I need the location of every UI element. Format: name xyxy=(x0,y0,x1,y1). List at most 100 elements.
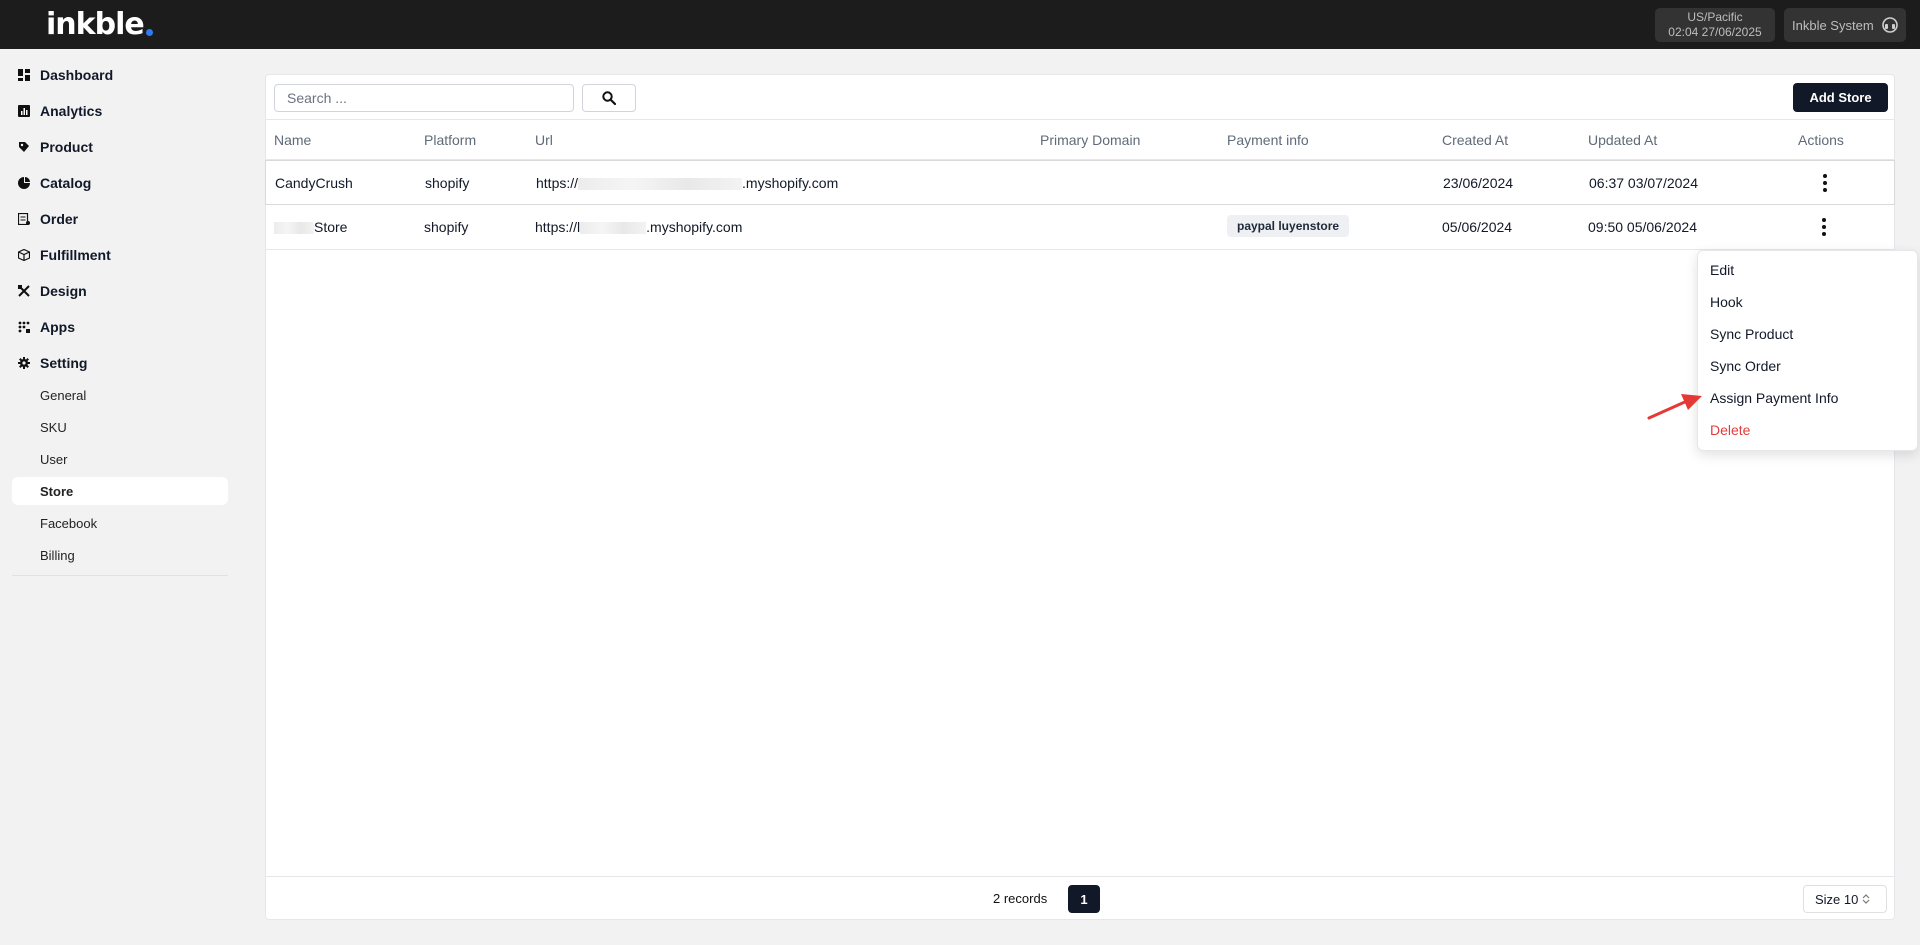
store-name: Store xyxy=(274,219,347,235)
apps-icon xyxy=(18,321,30,333)
sidebar-item-label: Product xyxy=(40,139,93,155)
store-created-at: 05/06/2024 xyxy=(1442,219,1513,235)
sidebar-subitem-label: General xyxy=(40,387,87,403)
sidebar-divider xyxy=(12,575,228,576)
sidebar-subitem-billing[interactable]: Billing xyxy=(12,541,228,569)
url-prefix: https:// xyxy=(536,175,579,191)
sidebar-item-label: Setting xyxy=(40,355,88,371)
sidebar-item-catalog[interactable]: Catalog xyxy=(12,168,228,198)
user-menu-button[interactable]: Inkble System xyxy=(1784,8,1906,42)
column-header-primary-domain[interactable]: Primary Domain xyxy=(1040,132,1140,148)
analytics-icon xyxy=(18,105,30,117)
store-list-panel: Add Store Name Platform Url Primary Doma… xyxy=(265,74,1895,920)
search-button[interactable] xyxy=(582,84,636,112)
sidebar-item-fulfillment[interactable]: Fulfillment xyxy=(12,240,228,270)
add-store-button[interactable]: Add Store xyxy=(1793,83,1888,112)
timezone-label: US/Pacific xyxy=(1687,10,1743,24)
sidebar-item-label: Order xyxy=(40,211,79,227)
sidebar-item-label: Dashboard xyxy=(40,67,114,83)
column-header-url[interactable]: Url xyxy=(535,132,553,148)
search-input[interactable] xyxy=(274,84,574,112)
catalog-icon xyxy=(18,177,30,189)
row-actions-menu: Edit Hook Sync Product Sync Order Assign… xyxy=(1697,250,1918,451)
column-header-name[interactable]: Name xyxy=(274,132,311,148)
table-row[interactable]: CandyCrush shopify https:// .myshopify.co… xyxy=(265,160,1895,205)
row-actions-icon[interactable] xyxy=(1814,217,1834,237)
sidebar: Dashboard Analytics Product Catalog Orde… xyxy=(0,49,240,945)
redacted-text xyxy=(580,222,647,235)
page-size-select[interactable]: Size 10 xyxy=(1803,885,1887,913)
sidebar-subitem-user[interactable]: User xyxy=(12,445,228,473)
url-suffix: .myshopify.com xyxy=(742,175,839,191)
pagination-footer: 2 records 1 Size 10 xyxy=(266,876,1894,920)
timezone-clock: US/Pacific 02:04 27/06/2025 xyxy=(1655,8,1775,42)
dashboard-icon xyxy=(18,69,30,81)
design-icon xyxy=(18,285,30,297)
sidebar-subitem-label: Facebook xyxy=(40,515,98,531)
headset-icon xyxy=(1881,17,1898,33)
chevron-updown-icon xyxy=(1862,894,1870,904)
store-name-text: Store xyxy=(314,219,348,235)
sidebar-item-apps[interactable]: Apps xyxy=(12,312,228,342)
sidebar-subitem-label: SKU xyxy=(40,419,67,435)
current-datetime: 02:04 27/06/2025 xyxy=(1668,25,1762,39)
store-url[interactable]: https:// .myshopify.com xyxy=(536,175,838,191)
url-prefix: https://l xyxy=(535,219,581,235)
menu-item-edit[interactable]: Edit xyxy=(1710,262,1734,278)
records-count: 2 records xyxy=(993,891,1048,906)
store-created-at: 23/06/2024 xyxy=(1443,175,1514,191)
store-url[interactable]: https://l .myshopify.com xyxy=(535,219,742,235)
top-bar: inkble US/Pacific 02:04 27/06/2025 Inkbl… xyxy=(0,0,1920,49)
column-header-updated-at[interactable]: Updated At xyxy=(1588,132,1657,148)
sidebar-item-design[interactable]: Design xyxy=(12,276,228,306)
sidebar-item-label: Fulfillment xyxy=(40,247,111,263)
brand-logo[interactable]: inkble xyxy=(46,6,153,42)
menu-item-hook[interactable]: Hook xyxy=(1710,294,1743,310)
store-platform: shopify xyxy=(425,175,470,191)
store-updated-at: 09:50 05/06/2024 xyxy=(1588,219,1697,235)
sidebar-item-label: Analytics xyxy=(40,103,103,119)
sidebar-subitem-label: Store xyxy=(40,483,74,499)
sidebar-item-label: Design xyxy=(40,283,87,299)
url-suffix: .myshopify.com xyxy=(646,219,743,235)
sidebar-subitem-general[interactable]: General xyxy=(12,381,228,409)
sidebar-item-label: Catalog xyxy=(40,175,92,191)
sidebar-subitem-store[interactable]: Store xyxy=(12,477,228,505)
gear-icon xyxy=(18,357,30,369)
menu-item-sync-product[interactable]: Sync Product xyxy=(1710,326,1793,342)
table-header: Name Platform Url Primary Domain Payment… xyxy=(266,119,1894,160)
annotation-arrow xyxy=(1647,394,1702,420)
redacted-text xyxy=(578,178,743,191)
sidebar-subitem-sku[interactable]: SKU xyxy=(12,413,228,441)
sidebar-subitem-label: Billing xyxy=(40,547,75,563)
payment-info-badge: paypal luyenstore xyxy=(1227,215,1350,237)
store-platform: shopify xyxy=(424,219,469,235)
order-icon xyxy=(18,213,30,225)
menu-item-sync-order[interactable]: Sync Order xyxy=(1710,358,1781,374)
page-button-current[interactable]: 1 xyxy=(1068,885,1100,913)
sidebar-item-dashboard[interactable]: Dashboard xyxy=(12,60,228,90)
column-header-actions: Actions xyxy=(1798,132,1844,148)
row-actions-icon[interactable] xyxy=(1815,173,1835,193)
sidebar-item-analytics[interactable]: Analytics xyxy=(12,96,228,126)
menu-item-assign-payment-info[interactable]: Assign Payment Info xyxy=(1710,390,1838,406)
column-header-platform[interactable]: Platform xyxy=(424,132,476,148)
product-icon xyxy=(18,141,30,153)
store-updated-at: 06:37 03/07/2024 xyxy=(1589,175,1698,191)
table-row[interactable]: Store shopify https://l .myshopify.com pa… xyxy=(266,205,1894,250)
sidebar-item-label: Apps xyxy=(40,319,75,335)
user-name: Inkble System xyxy=(1792,17,1874,33)
menu-item-delete[interactable]: Delete xyxy=(1710,422,1750,438)
page-size-value: Size 10 xyxy=(1815,891,1859,907)
column-header-created-at[interactable]: Created At xyxy=(1442,132,1508,148)
column-header-payment-info[interactable]: Payment info xyxy=(1227,132,1309,148)
sidebar-item-order[interactable]: Order xyxy=(12,204,228,234)
sidebar-subitem-facebook[interactable]: Facebook xyxy=(12,509,228,537)
logo-text: inkble xyxy=(46,6,145,42)
store-name: CandyCrush xyxy=(275,175,353,191)
redacted-text xyxy=(274,222,314,235)
sidebar-item-setting[interactable]: Setting xyxy=(12,348,228,378)
sidebar-item-product[interactable]: Product xyxy=(12,132,228,162)
search-icon xyxy=(602,91,616,105)
box-icon xyxy=(18,249,30,261)
